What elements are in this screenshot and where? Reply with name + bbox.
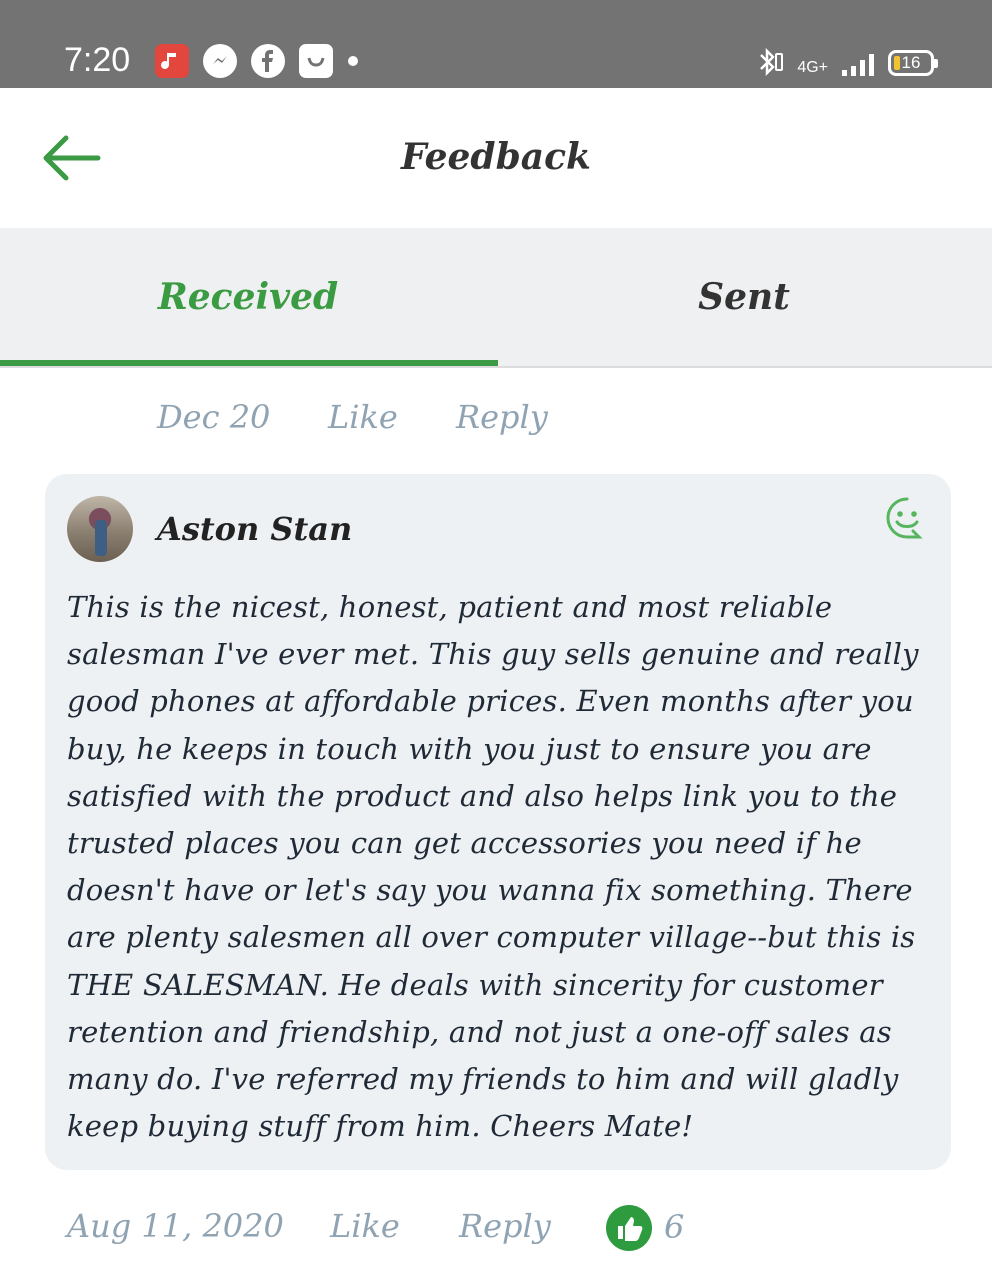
tab-active-indicator — [0, 360, 498, 366]
bluetooth-icon — [760, 48, 784, 76]
avatar[interactable] — [67, 496, 133, 562]
reply-button[interactable]: Reply — [459, 1207, 551, 1245]
like-button[interactable]: Like — [328, 398, 398, 436]
messenger-icon — [203, 44, 237, 78]
notification-dot-icon — [348, 56, 358, 66]
feedback-card: Aston Stan This is the nicest, honest, p… — [45, 474, 951, 1170]
tab-bar: Received Sent — [0, 228, 992, 368]
status-time: 7:20 — [64, 41, 131, 79]
tab-received[interactable]: Received — [0, 228, 496, 366]
feedback-date: Aug 11, 2020 — [67, 1207, 284, 1245]
smile-icon — [886, 497, 923, 539]
like-button[interactable]: Like — [330, 1207, 400, 1245]
feedback-text: This is the nicest, honest, patient and … — [67, 590, 919, 1144]
reply-button[interactable]: Reply — [456, 398, 548, 436]
facebook-icon — [251, 44, 285, 78]
app-bar: Feedback — [0, 88, 992, 228]
signal-icon — [842, 50, 874, 76]
author-name[interactable]: Aston Stan — [157, 510, 352, 548]
previous-feedback-date: Dec 20 — [157, 398, 271, 436]
thumbs-up-icon[interactable] — [606, 1205, 652, 1251]
music-icon — [155, 44, 189, 78]
tab-sent[interactable]: Sent — [496, 228, 992, 366]
network-4g-icon: 4G+ — [797, 59, 828, 76]
like-count: 6 — [664, 1208, 685, 1246]
battery-icon: 16 — [888, 50, 938, 76]
status-bar: 7:20 4G+ 16 — [0, 0, 992, 88]
store-icon — [299, 44, 333, 78]
status-indicators: 4G+ 16 — [757, 46, 938, 76]
page-title: Feedback — [401, 136, 591, 178]
